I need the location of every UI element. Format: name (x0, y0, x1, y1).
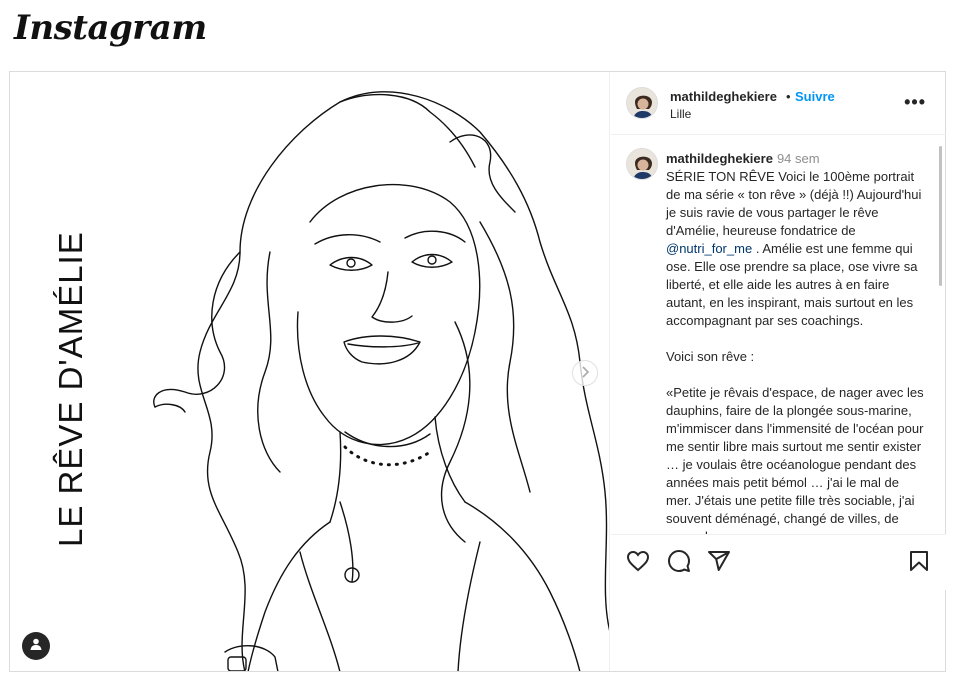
post-card: LE RÊVE D'AMÉLIE mathildeghekiere • Suiv… (9, 71, 946, 672)
post-header: mathildeghekiere • Suivre Lille ••• (611, 72, 946, 135)
caption-paragraph-3: «Petite je rêvais d'espace, de nager ave… (666, 385, 924, 534)
follow-button[interactable]: Suivre (795, 89, 835, 104)
share-button[interactable] (707, 549, 731, 578)
chevron-right-icon (580, 365, 590, 381)
avatar[interactable] (626, 148, 658, 180)
person-icon (29, 637, 43, 656)
heart-icon (626, 550, 650, 577)
caption-intro: SÉRIE TON RÊVE Voici le 100ème portrait … (666, 169, 922, 238)
next-image-button[interactable] (572, 360, 598, 386)
post-username[interactable]: mathildeghekiere (670, 89, 777, 104)
avatar[interactable] (626, 87, 658, 119)
caption-timestamp[interactable]: 94 sem (777, 151, 820, 166)
instagram-logo[interactable]: Instagram (14, 8, 207, 48)
bookmark-icon (907, 551, 931, 577)
post-image[interactable]: LE RÊVE D'AMÉLIE (10, 72, 610, 671)
post-actions (611, 534, 946, 590)
caption-paragraph-2: Voici son rêve : (666, 349, 755, 364)
paper-plane-icon (707, 551, 731, 577)
mention-link[interactable]: @nutri_for_me (666, 241, 752, 256)
tagged-users-button[interactable] (22, 632, 50, 660)
comments-section[interactable]: mathildeghekiere 94 sem SÉRIE TON RÊVE Vo… (611, 136, 946, 534)
image-vertical-title: LE RÊVE D'AMÉLIE (52, 231, 89, 547)
more-horizontal-icon: ••• (904, 92, 926, 112)
comment-icon (667, 550, 691, 577)
like-button[interactable] (626, 549, 650, 578)
portrait-drawing (153, 91, 609, 671)
caption-username[interactable]: mathildeghekiere (666, 151, 773, 166)
post-caption: mathildeghekiere 94 sem SÉRIE TON RÊVE Vo… (666, 150, 924, 534)
post-location[interactable]: Lille (670, 107, 691, 121)
comment-button[interactable] (667, 549, 691, 578)
more-options-button[interactable]: ••• (904, 92, 926, 113)
separator-dot: • (786, 89, 791, 104)
comments-scrollbar[interactable] (939, 146, 942, 286)
post-sidebar: mathildeghekiere • Suivre Lille ••• math… (611, 72, 946, 671)
save-button[interactable] (907, 549, 931, 578)
